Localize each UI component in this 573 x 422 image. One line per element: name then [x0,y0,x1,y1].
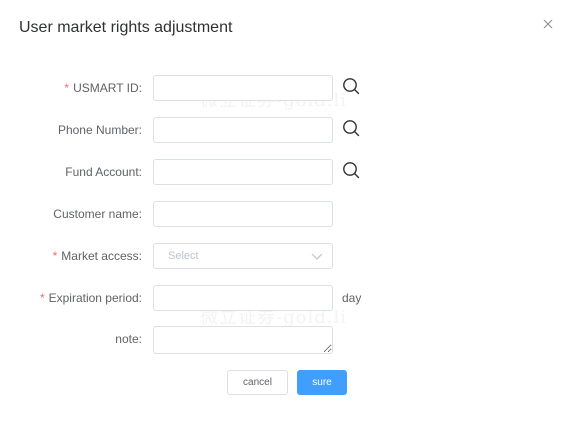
usmart-id-label-text: USMART ID: [73,81,142,95]
market-access-select[interactable]: Select [153,243,333,269]
market-access-label-text: Market access: [61,249,142,263]
search-icon [343,78,360,95]
form-row-phone-number: Phone Number: [0,117,573,143]
phone-number-label: Phone Number: [57,123,142,137]
fund-account-search-button[interactable] [341,160,361,180]
close-icon [543,19,553,29]
close-button[interactable] [540,16,556,32]
phone-number-search-button[interactable] [341,118,361,138]
search-icon [343,120,360,137]
dialog-title: User market rights adjustment [19,19,233,36]
required-marker: * [52,249,58,263]
market-access-placeholder: Select [168,250,199,262]
search-icon [343,162,360,179]
note-textarea[interactable] [153,326,333,354]
chevron-down-icon [311,251,323,261]
customer-name-label: Customer name: [53,207,142,221]
form-row-expiration-period: * Expiration period: day [0,285,573,311]
cancel-button[interactable]: cancel [227,370,288,395]
usmart-id-input[interactable] [153,75,333,101]
sure-button[interactable]: sure [297,370,347,395]
form-row-customer-name: Customer name: [0,201,573,227]
expiration-unit: day [342,291,362,305]
fund-account-input[interactable] [153,159,333,185]
usmart-id-label: * USMART ID: [64,75,142,101]
form-row-usmart-id: * USMART ID: [0,75,573,101]
market-rights-dialog: 微立证券-gold.li 微立证券-gold.li User market ri… [0,0,573,422]
required-marker: * [39,291,45,305]
form-row-market-access: * Market access: Select [0,243,573,269]
fund-account-label: Fund Account: [65,165,142,179]
expiration-period-label: * Expiration period: [40,285,142,311]
phone-number-input[interactable] [153,117,333,143]
required-marker: * [64,81,70,95]
expiration-period-label-text: Expiration period: [48,291,142,305]
form-row-fund-account: Fund Account: [0,159,573,185]
customer-name-input[interactable] [153,201,333,227]
note-label: note: [115,332,142,346]
market-access-label: * Market access: [53,243,142,269]
expiration-period-input[interactable] [153,285,333,311]
usmart-id-search-button[interactable] [341,76,361,96]
form-row-note: note: [0,326,573,354]
